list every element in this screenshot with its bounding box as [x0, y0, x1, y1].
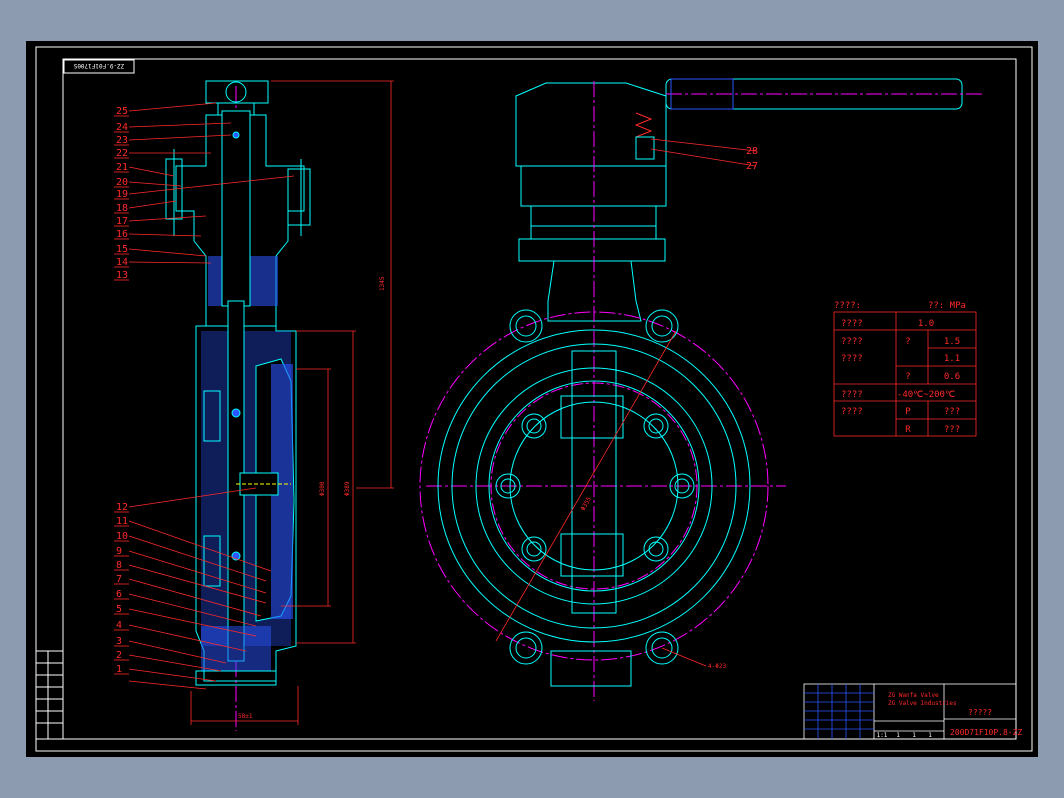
- dim-width: 58±1: [238, 713, 253, 720]
- section-view: 2524232221201918171615141312111098765432…: [114, 80, 394, 731]
- part-number-label: 8: [116, 560, 122, 571]
- part-number-label: 9: [116, 546, 122, 557]
- part-number-label: 3: [116, 636, 122, 647]
- part-labels-right: 2827: [746, 146, 758, 172]
- part-number-label: 14: [116, 257, 128, 268]
- spec-cells: ???? 1.0????? 1.5???? 1.1? 0.6???? -40℃~200℃?…: [841, 319, 960, 435]
- part-number-label: 25: [116, 106, 128, 117]
- spec-header-left: ????:: [834, 301, 861, 311]
- spec-row-value: 1.0: [918, 319, 934, 329]
- dim-holes: 4-Φ23: [708, 663, 726, 670]
- dim-pcd: Φ355: [580, 496, 593, 512]
- cad-viewport[interactable]: ZZ-9.F01F1700S 25 24 23 22 21 20 19 18 1…: [26, 41, 1038, 757]
- title-small-cell: 1:1: [877, 732, 888, 739]
- spec-row-label: ????: [841, 354, 863, 364]
- spec-row-value: ???: [944, 407, 960, 417]
- spec-row-sub: ?: [905, 372, 910, 382]
- part-number-label: 11: [116, 516, 128, 527]
- spec-row-label: ????: [841, 407, 863, 417]
- drawing-number: 200D71F10P.8-ZZ: [950, 728, 1022, 737]
- spec-row-sub: P: [905, 407, 911, 417]
- part-number-label: 2: [116, 650, 122, 661]
- part-number-label: 6: [116, 589, 122, 600]
- spec-row-label: ????: [841, 390, 863, 400]
- part-number-label: 13: [116, 270, 128, 281]
- part-number-label: 1: [116, 664, 122, 675]
- spec-row-value: 1.5: [944, 337, 960, 347]
- dim-outer: Φ389: [344, 481, 351, 496]
- part-number-label: 15: [116, 244, 128, 255]
- title-small-cell: 1: [896, 732, 900, 739]
- spec-header-right: ??: MPa: [928, 301, 966, 311]
- part-number-label: 16: [116, 229, 128, 240]
- part-number-label: 20: [116, 177, 128, 188]
- part-number-label: 19: [116, 189, 128, 200]
- left-revision-table: [35, 650, 64, 740]
- part-number-label: 24: [116, 122, 128, 133]
- part-number-label: 7: [116, 574, 122, 585]
- spec-row-sub: ?: [905, 337, 910, 347]
- part-number-label: 23: [116, 135, 128, 146]
- corner-code-text: ZZ-9.F01F1700S: [73, 62, 124, 69]
- company-line1: ZG Wanfa Valve: [888, 692, 939, 699]
- part-number-label: 22: [116, 148, 128, 159]
- spec-row-label: ????: [841, 319, 863, 329]
- part-number-label: 10: [116, 531, 128, 542]
- title-block: ZG Wanfa Valve ZG Valve Industries ?????…: [803, 683, 1022, 740]
- title-small-cells: 1:1 1 1 1: [877, 732, 933, 739]
- dim-height: 1345: [379, 276, 386, 291]
- spec-row-sub: R: [905, 425, 911, 435]
- spec-row-value: -40℃~200℃: [897, 390, 955, 400]
- spec-row-label: ????: [841, 337, 863, 347]
- title-name: ?????: [968, 708, 992, 717]
- part-number-label: 27: [746, 161, 758, 172]
- spec-row-value: 1.1: [944, 354, 960, 364]
- part-number-label: 28: [746, 146, 758, 157]
- dim-inner: Φ300: [319, 481, 326, 496]
- valve-drawing: ZZ-9.F01F1700S 2524232221201918171615141…: [35, 46, 1033, 752]
- company-line2: ZG Valve Industries: [888, 700, 957, 707]
- corner-code: ZZ-9.F01F1700S: [63, 59, 135, 74]
- part-number-label: 18: [116, 203, 128, 214]
- part-labels-left: 2524232221201918171615141312111098765432…: [114, 106, 129, 675]
- spec-row-value: 0.6: [944, 372, 960, 382]
- spec-table: ????: ??: MPa ???? 1.0????? 1.5???? 1.1? 0.6…: [833, 301, 977, 437]
- spec-row-value: ???: [944, 425, 960, 435]
- title-small-cell: 1: [928, 732, 932, 739]
- part-number-label: 12: [116, 502, 128, 513]
- title-small-cell: 1: [912, 732, 916, 739]
- part-number-label: 17: [116, 216, 128, 227]
- part-number-label: 5: [116, 604, 122, 615]
- part-number-label: 4: [116, 620, 122, 631]
- part-number-label: 21: [116, 162, 128, 173]
